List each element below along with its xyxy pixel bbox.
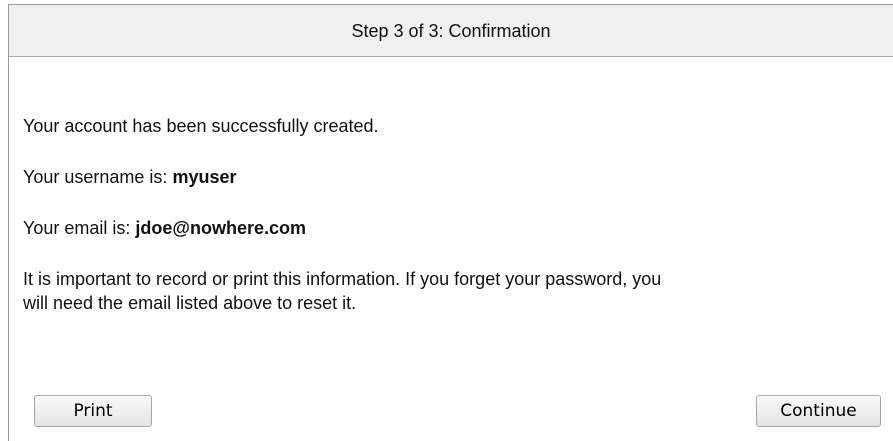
notice-line-1: It is important to record or print this … — [23, 269, 662, 289]
username-label: Your username is: — [23, 167, 168, 187]
notice-text: It is important to record or print this … — [23, 267, 889, 315]
step-title: Step 3 of 3: Confirmation — [351, 21, 551, 41]
print-button[interactable]: Print — [34, 395, 152, 427]
email-label: Your email is: — [23, 218, 131, 238]
notice-line-2: will need the email listed above to rese… — [23, 293, 357, 313]
success-message: Your account has been successfully creat… — [23, 116, 379, 136]
username-line: Your username is: myuser — [23, 165, 889, 189]
email-line: Your email is: jdoe@nowhere.com — [23, 216, 889, 240]
confirmation-dialog: Step 3 of 3: Confirmation Your account h… — [8, 4, 893, 441]
email-value: jdoe@nowhere.com — [135, 218, 306, 238]
step-header: Step 3 of 3: Confirmation — [9, 5, 893, 57]
continue-button[interactable]: Continue — [756, 395, 881, 427]
username-value: myuser — [172, 167, 237, 187]
